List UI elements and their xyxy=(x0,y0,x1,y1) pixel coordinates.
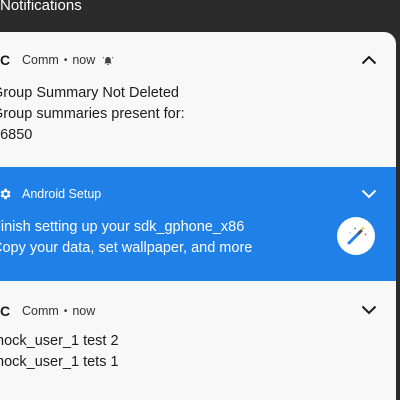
expand-button[interactable] xyxy=(360,187,378,201)
header-separator: • xyxy=(63,305,68,317)
notification-shade-header: Notifications xyxy=(0,0,400,32)
app-name: Android Setup xyxy=(22,187,102,201)
setup-badge xyxy=(337,217,375,255)
app-name: Comm xyxy=(22,53,59,67)
app-name: Comm xyxy=(22,304,59,318)
notification-line: Finish setting up your sdk_gphone_x86 xyxy=(0,219,245,235)
notification-body: Finish setting up your sdk_gphone_x86 Co… xyxy=(0,217,252,259)
notification-time: now xyxy=(72,304,96,318)
notification-body: Group Summary Not Deleted Group summarie… xyxy=(0,83,185,146)
notification-group-summary[interactable]: C Comm • now Group Summary Not Deleted G… xyxy=(0,32,396,167)
expand-button[interactable] xyxy=(360,303,378,317)
notification-line: Group Summary Not Deleted xyxy=(0,85,179,101)
gear-icon xyxy=(0,187,22,201)
notification-line: Copy your data, set wallpaper, and more xyxy=(0,240,253,256)
collapse-button[interactable] xyxy=(360,53,378,67)
notification-line: 86850 xyxy=(0,127,33,143)
app-icon: C xyxy=(0,52,11,68)
notification-line: mock_user_1 test 2 xyxy=(0,333,119,349)
shade-title: Notifications xyxy=(0,0,82,14)
notification-header: C Comm • now xyxy=(0,301,95,321)
bell-icon xyxy=(102,55,114,66)
notification-time: now xyxy=(72,53,96,67)
notification-android-setup[interactable]: Android Setup Finish setting up your sdk… xyxy=(0,167,396,281)
header-separator: • xyxy=(63,54,68,66)
notification-header: C Comm • now xyxy=(0,50,114,70)
notification-body: mock_user_1 test 2 mock_user_1 tets 1 xyxy=(0,331,119,373)
chevron-down-icon xyxy=(361,305,377,315)
app-icon: C xyxy=(0,303,11,319)
magic-wand-icon xyxy=(347,226,367,245)
notification-line: mock_user_1 tets 1 xyxy=(0,354,119,370)
notification-header: Android Setup xyxy=(0,184,101,204)
chevron-down-icon xyxy=(361,189,377,199)
notification-comm-messages[interactable]: C Comm • now mock_user_1 test 2 mock_use… xyxy=(0,281,396,400)
chevron-up-icon xyxy=(361,55,377,65)
notification-line: Group summaries present for: xyxy=(0,106,185,122)
